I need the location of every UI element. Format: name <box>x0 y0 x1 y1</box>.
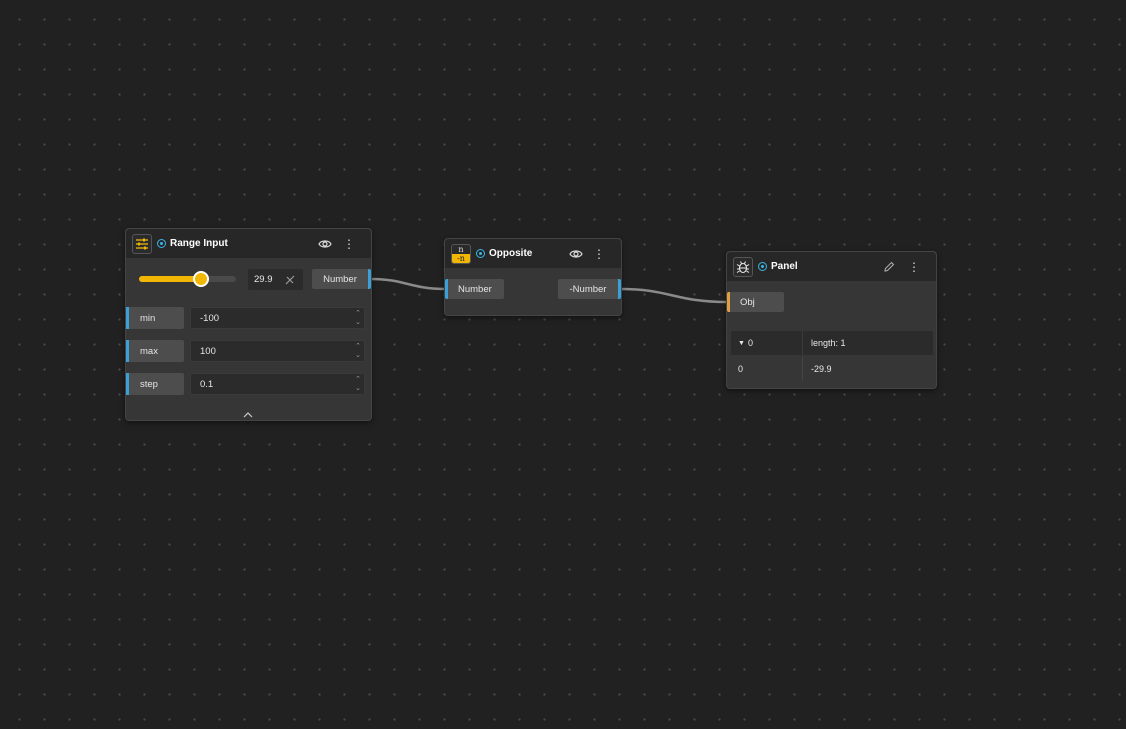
node-title: Panel <box>771 261 798 272</box>
field-min: min -100 ⌃ ⌄ <box>126 307 371 329</box>
range-input-node[interactable]: Range Input ⋮ 29.9 Number min -100 ⌃ ⌄ max… <box>125 228 372 421</box>
row-key-text: 0 <box>738 364 744 374</box>
negative-number-output-port[interactable]: -Number <box>558 279 621 299</box>
slider-thumb[interactable] <box>193 271 209 287</box>
more-menu-icon[interactable]: ⋮ <box>906 259 922 275</box>
more-menu-icon[interactable]: ⋮ <box>341 236 357 252</box>
pencil-icon[interactable] <box>881 259 897 275</box>
input-label: Number <box>458 283 492 295</box>
panel-header[interactable]: Panel ⋮ <box>727 252 936 281</box>
wire-range-to-opposite <box>370 277 447 291</box>
header-key-text: 0 <box>747 338 753 348</box>
min-value: -100 <box>200 312 220 324</box>
opposite-icon: n -n <box>451 243 471 264</box>
opposite-node[interactable]: n -n Opposite ⋮ Number -Number <box>444 238 622 316</box>
table-header-key[interactable]: ▼ 0 <box>731 331 803 355</box>
panel-node[interactable]: Panel ⋮ Obj ▼ 0 length: 1 0 -29.9 <box>726 251 937 389</box>
node-title: Range Input <box>170 238 228 249</box>
field-max: max 100 ⌃ ⌄ <box>126 340 371 362</box>
status-indicator-icon <box>476 249 485 258</box>
output-label: -Number <box>569 283 607 295</box>
step-input[interactable]: 0.1 ⌃ ⌄ <box>190 373 365 395</box>
step-value: 0.1 <box>200 378 214 390</box>
icon-bottom-text: -n <box>452 253 470 263</box>
field-step: step 0.1 ⌃ ⌄ <box>126 373 371 395</box>
caret-down-icon: ▼ <box>738 339 745 347</box>
stepper-arrows-icon[interactable]: ⌃ ⌄ <box>355 342 361 360</box>
range-slider[interactable] <box>139 271 236 287</box>
more-menu-icon[interactable]: ⋮ <box>591 246 607 262</box>
sliders-icon <box>132 233 152 254</box>
output-label: Number <box>323 273 357 285</box>
row-value-text: -29.9 <box>811 364 832 374</box>
eye-icon[interactable] <box>568 246 584 262</box>
icon-top-text: n <box>458 244 464 254</box>
number-output-port[interactable]: Number <box>312 269 371 289</box>
input-label: Obj <box>740 296 755 308</box>
max-input[interactable]: 100 ⌃ ⌄ <box>190 340 365 362</box>
field-label-max: max <box>126 340 184 362</box>
value-text: 29.9 <box>254 274 273 285</box>
status-indicator-icon <box>758 262 767 271</box>
collapse-chevron-up-icon[interactable] <box>242 406 256 418</box>
table-header-value: length: 1 <box>803 338 846 348</box>
table-row: 0 -29.9 <box>731 357 933 381</box>
bug-icon <box>733 256 753 277</box>
table-row-key: 0 <box>731 357 803 381</box>
node-title: Opposite <box>489 248 533 259</box>
min-input[interactable]: -100 ⌃ ⌄ <box>190 307 365 329</box>
table-row-value: -29.9 <box>803 364 832 374</box>
stepper-arrows-icon[interactable]: ⌃ ⌄ <box>355 375 361 393</box>
opposite-header[interactable]: n -n Opposite ⋮ <box>445 239 621 268</box>
range-input-header[interactable]: Range Input ⋮ <box>126 229 371 258</box>
max-value: 100 <box>200 345 216 357</box>
status-indicator-icon <box>157 239 166 248</box>
table-header-row[interactable]: ▼ 0 length: 1 <box>731 331 933 355</box>
number-input-port[interactable]: Number <box>445 279 504 299</box>
field-label-step: step <box>126 373 184 395</box>
header-value-text: length: 1 <box>811 338 846 348</box>
eye-icon[interactable] <box>317 236 333 252</box>
unlink-icon[interactable] <box>284 273 296 285</box>
stepper-arrows-icon[interactable]: ⌃ ⌄ <box>355 309 361 327</box>
wire-opposite-to-panel <box>620 287 728 304</box>
field-label-min: min <box>126 307 184 329</box>
obj-input-port[interactable]: Obj <box>727 292 784 312</box>
